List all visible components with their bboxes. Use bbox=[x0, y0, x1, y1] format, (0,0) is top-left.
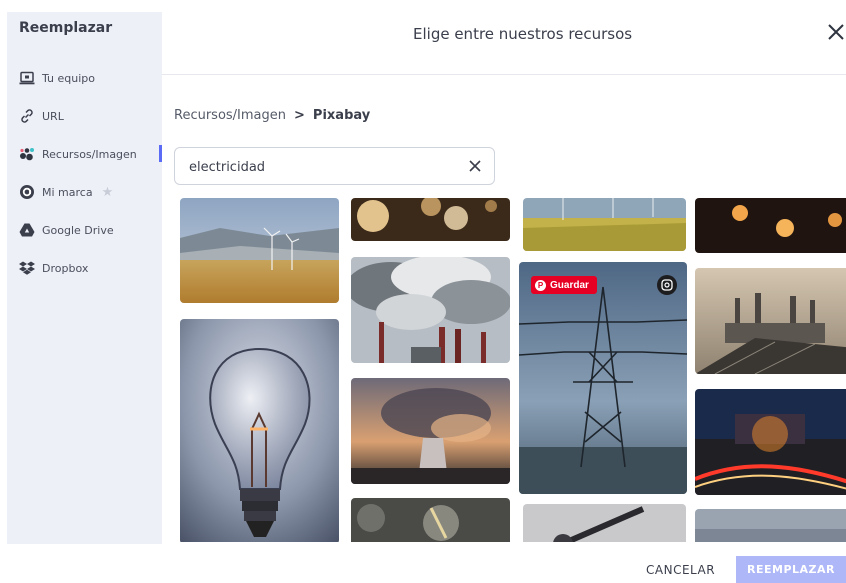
sidebar-item-dropbox[interactable]: Dropbox bbox=[19, 258, 88, 278]
header-divider bbox=[162, 74, 846, 75]
sidebar-item-label: Mi marca bbox=[42, 185, 93, 199]
sidebar-title: Reemplazar bbox=[19, 20, 113, 36]
sidebar-item-label: Dropbox bbox=[42, 261, 89, 275]
dots-icon bbox=[19, 146, 35, 162]
dropbox-icon bbox=[19, 260, 35, 276]
sidebar-item-tu-equipo[interactable]: Tu equipo bbox=[19, 68, 95, 88]
sidebar-item-url[interactable]: URL bbox=[19, 106, 64, 126]
cancel-button[interactable]: CANCELAR bbox=[646, 563, 715, 577]
breadcrumb: Recursos/Imagen > Pixabay bbox=[174, 108, 370, 123]
laptop-icon bbox=[19, 70, 35, 86]
breadcrumb-separator: > bbox=[294, 108, 305, 123]
image-tile-bokeh-lights[interactable] bbox=[351, 198, 510, 241]
search-input[interactable] bbox=[187, 157, 461, 177]
link-icon bbox=[19, 108, 35, 124]
image-tile-power-pylon[interactable]: P Guardar bbox=[519, 262, 687, 494]
replace-button[interactable]: REEMPLAZAR bbox=[736, 556, 846, 583]
breadcrumb-parent[interactable]: Recursos/Imagen bbox=[174, 108, 286, 123]
image-tile-power-station-railway[interactable] bbox=[695, 268, 846, 374]
sidebar-item-google-drive[interactable]: Google Drive bbox=[19, 220, 114, 240]
breadcrumb-current: Pixabay bbox=[312, 108, 371, 123]
google-drive-icon bbox=[19, 222, 35, 238]
sidebar-item-label: Tu equipo bbox=[42, 71, 96, 85]
image-tile-hanging-bulbs[interactable] bbox=[695, 198, 846, 253]
image-tile-night-refinery[interactable] bbox=[695, 389, 846, 495]
image-tile-gray-sky[interactable] bbox=[695, 509, 846, 542]
dialog-title: Elige entre nuestros recursos bbox=[413, 25, 633, 43]
visual-search-icon[interactable] bbox=[657, 275, 677, 295]
pinterest-save-button[interactable]: P Guardar bbox=[531, 276, 597, 294]
image-tile-light-bulb[interactable] bbox=[180, 319, 339, 542]
image-tile-bulb-closeup[interactable] bbox=[351, 498, 510, 542]
sidebar-item-recursos-imagen[interactable]: Recursos/Imagen bbox=[19, 144, 162, 164]
image-grid: P Guardar bbox=[162, 198, 846, 542]
sidebar-item-label: Recursos/Imagen bbox=[42, 147, 137, 161]
image-tile-guitar[interactable] bbox=[523, 504, 686, 542]
brand-icon bbox=[19, 184, 35, 200]
star-icon: ★ bbox=[101, 184, 114, 200]
image-tile-smokestacks[interactable] bbox=[351, 257, 510, 363]
pinterest-save-label: Guardar bbox=[550, 279, 589, 291]
image-tile-cooling-tower-sunset[interactable] bbox=[351, 378, 510, 484]
image-tile-wind-turbines-field[interactable] bbox=[180, 198, 339, 303]
sidebar-item-label: URL bbox=[42, 109, 64, 123]
search-box bbox=[174, 147, 495, 185]
sidebar: Reemplazar Tu equipo URL Recursos/Imagen… bbox=[7, 12, 162, 544]
close-icon[interactable] bbox=[826, 22, 846, 44]
image-tile-wind-turbines-green[interactable] bbox=[523, 198, 686, 251]
sidebar-item-label: Google Drive bbox=[42, 223, 114, 237]
sidebar-item-mi-marca[interactable]: Mi marca ★ bbox=[19, 182, 113, 202]
clear-icon[interactable] bbox=[468, 159, 482, 173]
pinterest-icon: P bbox=[535, 279, 546, 291]
